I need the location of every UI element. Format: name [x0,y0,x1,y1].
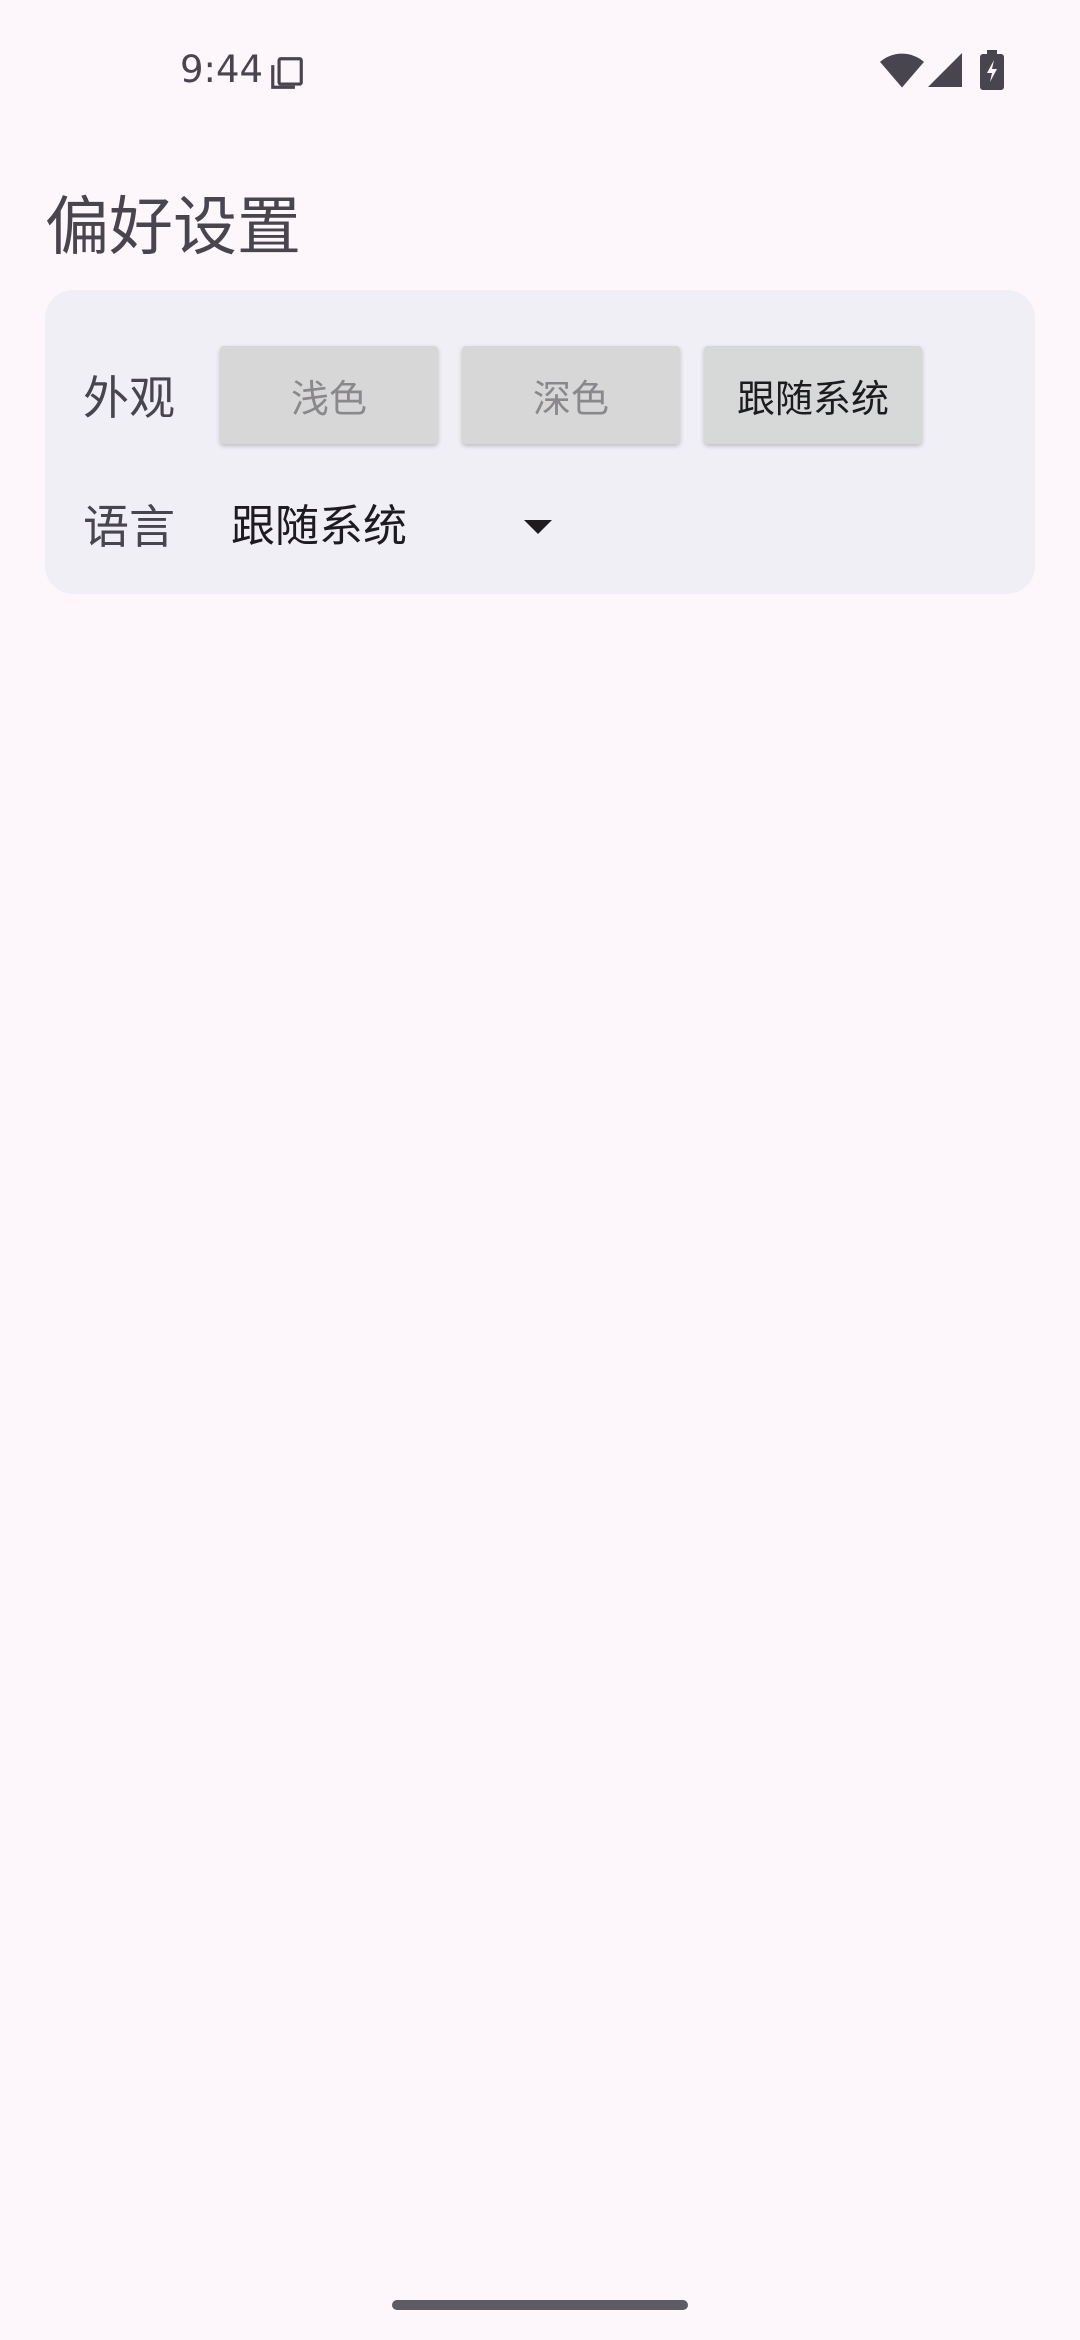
signal-icon [928,53,962,87]
theme-follow-system-button[interactable]: 跟随系统 [704,346,922,444]
language-dropdown[interactable]: 跟随系统 [231,482,561,572]
language-label: 语言 [83,500,175,554]
wifi-icon [880,53,924,88]
gesture-navigation-bar[interactable] [392,2300,688,2310]
theme-light-button[interactable]: 浅色 [220,346,438,444]
page-title: 偏好设置 [45,191,301,265]
appearance-label: 外观 [83,371,175,425]
battery-charging-icon [980,50,1004,90]
preferences-card: 外观 浅色 深色 跟随系统 语言 跟随系统 [45,290,1035,594]
dropdown-arrow-icon [524,520,552,534]
status-time: 9:44 [180,48,264,91]
language-selected-value: 跟随系统 [231,501,407,552]
status-bar: 9:44 [0,0,1080,140]
theme-dark-button[interactable]: 深色 [462,346,680,444]
copy-icon [271,57,303,89]
